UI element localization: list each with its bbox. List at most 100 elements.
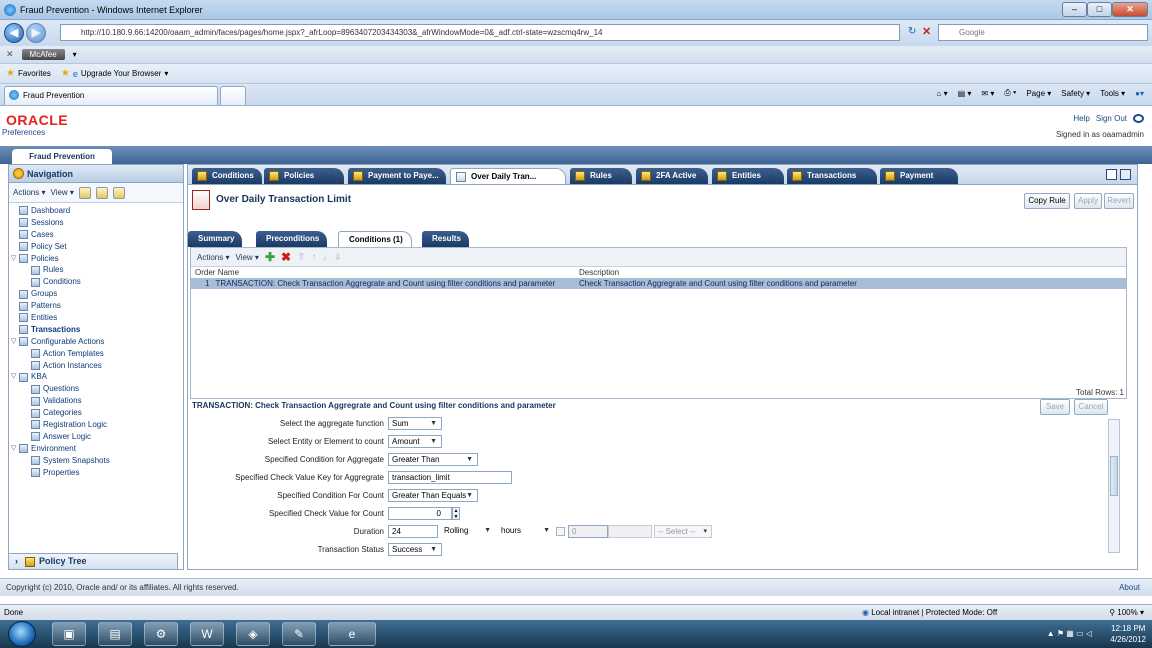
- tab-2fa-active[interactable]: 2FA Active: [636, 168, 708, 184]
- move-top-icon[interactable]: ⇑: [297, 252, 305, 263]
- cond-aggregate-select[interactable]: Greater Than ▼: [388, 453, 478, 466]
- sidebar-item-policies[interactable]: ▽ Policies: [9, 253, 183, 265]
- sidebar-item-action-templates[interactable]: Action Templates: [9, 348, 183, 360]
- extra-stepper[interactable]: [608, 525, 652, 538]
- page-menu[interactable]: Page ▾: [1026, 89, 1051, 98]
- select-dropdown[interactable]: -- Select -- ▾: [654, 525, 712, 538]
- tab-over-daily-tran[interactable]: Over Daily Tran...: [450, 168, 566, 184]
- tab-conditions[interactable]: Conditions: [192, 168, 262, 184]
- col-order-name[interactable]: Order Name: [191, 267, 579, 278]
- sidebar-item-rules[interactable]: Rules: [9, 264, 183, 276]
- help-link[interactable]: Help: [1073, 114, 1089, 123]
- sidebar-item-validations[interactable]: Validations: [9, 395, 183, 407]
- sidebar-item-conditions[interactable]: Conditions: [9, 276, 183, 288]
- tab-payment[interactable]: Payment: [880, 168, 958, 184]
- tab-entities[interactable]: Entities: [712, 168, 784, 184]
- mcafee-button[interactable]: McAfee: [21, 49, 65, 60]
- minimize-button[interactable]: –: [1062, 2, 1087, 17]
- refresh-icon[interactable]: ↻: [908, 26, 916, 37]
- extra-input[interactable]: 0: [568, 525, 608, 538]
- expand-toggle-icon[interactable]: ▽: [11, 371, 19, 383]
- sidebar-item-configurable-actions[interactable]: ▽ Configurable Actions: [9, 336, 183, 348]
- back-button[interactable]: ◀: [4, 23, 24, 43]
- sidebar-item-system-snapshots[interactable]: System Snapshots: [9, 455, 183, 467]
- tab-policies[interactable]: Policies: [264, 168, 344, 184]
- subtab-results[interactable]: Results: [422, 231, 469, 247]
- sidebar-item-policy-set[interactable]: Policy Set: [9, 241, 183, 253]
- sidebar-item-transactions[interactable]: Transactions: [9, 324, 183, 336]
- taskbar-clock[interactable]: 12:18 PM 4/26/2012: [1110, 623, 1146, 645]
- about-link[interactable]: About: [1119, 579, 1140, 597]
- copy-rule-button[interactable]: Copy Rule: [1024, 193, 1070, 209]
- revert-button[interactable]: Revert: [1104, 193, 1134, 209]
- sidebar-item-questions[interactable]: Questions: [9, 383, 183, 395]
- stop-icon[interactable]: ✕: [922, 25, 931, 38]
- tab-fraud-prevention[interactable]: Fraud Prevention: [12, 149, 112, 164]
- feeds-icon[interactable]: ▤ ▾: [958, 89, 972, 98]
- search-input[interactable]: Google: [938, 24, 1148, 41]
- start-button[interactable]: [8, 621, 36, 647]
- subtab-conditions-1[interactable]: Conditions (1): [338, 231, 412, 247]
- browser-tab[interactable]: Fraud Prevention: [4, 86, 218, 105]
- close-window-button[interactable]: ✕: [1112, 2, 1148, 17]
- sidebar-item-properties[interactable]: Properties: [9, 467, 183, 479]
- sidebar-item-kba[interactable]: ▽ KBA: [9, 371, 183, 383]
- subtab-summary[interactable]: Summary: [188, 231, 243, 247]
- tab-payment-to-paye[interactable]: Payment to Paye...: [348, 168, 446, 184]
- expand-toggle-icon[interactable]: ▽: [11, 443, 19, 455]
- policy-tree-accordion[interactable]: › Policy Tree: [8, 553, 178, 570]
- security-zone[interactable]: ◉ Local intranet | Protected Mode: Off: [862, 605, 997, 621]
- sidebar-item-sessions[interactable]: Sessions: [9, 217, 183, 229]
- apply-button[interactable]: Apply: [1074, 193, 1102, 209]
- move-up-icon[interactable]: ↑: [311, 252, 316, 263]
- stepper-icon[interactable]: ▲ ▼: [452, 507, 460, 520]
- delete-icon[interactable]: ✖: [281, 250, 291, 264]
- maximize-panel-icon[interactable]: [1106, 169, 1117, 180]
- save-button[interactable]: Save: [1040, 399, 1070, 415]
- actions-menu[interactable]: Actions ▾: [197, 253, 229, 262]
- taskbar-app-icon[interactable]: ◈: [236, 622, 270, 646]
- scrollbar-thumb[interactable]: [1110, 456, 1118, 496]
- detail-scrollbar[interactable]: [1108, 419, 1120, 553]
- expand-toggle-icon[interactable]: ▽: [11, 336, 19, 348]
- actions-menu[interactable]: Actions ▾: [13, 188, 45, 197]
- address-input[interactable]: http://10.180.9.66:14200/oaam_admin/face…: [60, 24, 900, 41]
- favorites-button[interactable]: ★ Favorites: [6, 68, 51, 79]
- move-bottom-icon[interactable]: ⇓: [333, 252, 341, 263]
- home-icon[interactable]: ⌂ ▾: [937, 89, 948, 98]
- new-item-icon[interactable]: [95, 186, 108, 199]
- sidebar-item-groups[interactable]: Groups: [9, 288, 183, 300]
- taskbar-ie-icon[interactable]: e: [328, 622, 376, 646]
- preferences-link[interactable]: Preferences: [2, 128, 45, 137]
- sidebar-item-environment[interactable]: ▽ Environment: [9, 443, 183, 455]
- col-description[interactable]: Description: [579, 267, 1126, 278]
- status-select[interactable]: Success ▼: [388, 543, 442, 556]
- view-menu[interactable]: View ▾: [235, 253, 258, 262]
- sidebar-item-patterns[interactable]: Patterns: [9, 300, 183, 312]
- aggregate-function-select[interactable]: Sum ▼: [388, 417, 442, 430]
- tools-menu[interactable]: Tools ▾: [1100, 89, 1125, 98]
- cancel-button[interactable]: Cancel: [1074, 399, 1108, 415]
- mail-icon[interactable]: ✉ ▾: [981, 89, 994, 98]
- taskbar-explorer-icon[interactable]: ▤: [98, 622, 132, 646]
- taskbar-word-icon[interactable]: W: [190, 622, 224, 646]
- view-menu[interactable]: View ▾: [50, 188, 73, 197]
- move-down-icon[interactable]: ↓: [322, 252, 327, 263]
- new-tab-button[interactable]: [220, 86, 246, 105]
- zoom-control[interactable]: ⚲ 100% ▾: [1109, 605, 1144, 621]
- sidebar-item-dashboard[interactable]: Dashboard: [9, 205, 183, 217]
- print-icon[interactable]: ⎙ ▾: [1004, 88, 1016, 98]
- check-key-input[interactable]: transaction_limit: [388, 471, 512, 484]
- sidebar-item-action-instances[interactable]: Action Instances: [9, 360, 183, 372]
- upgrade-browser-link[interactable]: ★ e Upgrade Your Browser ▾: [61, 68, 169, 79]
- help-icon[interactable]: ●▾: [1135, 89, 1144, 98]
- subtab-preconditions[interactable]: Preconditions: [256, 231, 328, 247]
- tab-transactions[interactable]: Transactions: [787, 168, 877, 184]
- sign-out-link[interactable]: Sign Out: [1096, 114, 1127, 123]
- safety-menu[interactable]: Safety ▾: [1061, 89, 1090, 98]
- open-folder-icon[interactable]: [78, 186, 91, 199]
- expand-toggle-icon[interactable]: ▽: [11, 253, 19, 265]
- close-toolbar-icon[interactable]: ✕: [6, 49, 14, 60]
- taskbar-paint-icon[interactable]: ✎: [282, 622, 316, 646]
- rolling-select[interactable]: Rolling ▼: [441, 525, 495, 538]
